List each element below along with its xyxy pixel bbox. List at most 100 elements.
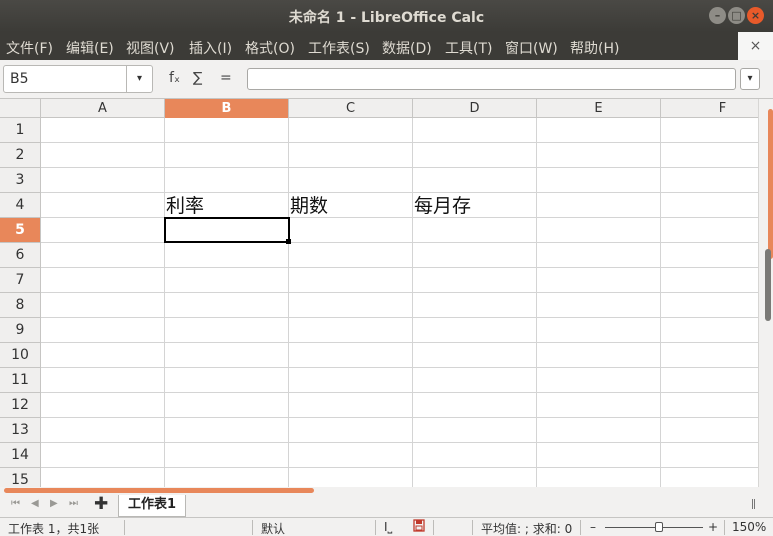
gridline xyxy=(41,267,758,268)
gridline xyxy=(41,417,758,418)
column-header-b[interactable]: B xyxy=(165,99,289,118)
menu-window[interactable]: 窗口(W) xyxy=(505,38,558,58)
sheet-tab-1[interactable]: 工作表1 xyxy=(118,495,186,517)
gridline xyxy=(41,442,758,443)
row-header-12[interactable]: 12 xyxy=(0,393,41,418)
horizontal-scrollbar-thumb[interactable] xyxy=(4,488,314,493)
row-header-6[interactable]: 6 xyxy=(0,243,41,268)
row-header-9[interactable]: 9 xyxy=(0,318,41,343)
spreadsheet-grid[interactable]: A B C D E F 1 2 3 4 5 6 7 8 9 10 11 12 1… xyxy=(0,99,758,487)
insert-mode-indicator[interactable]: I⎵ xyxy=(384,520,392,535)
expand-formula-bar-icon[interactable]: ▾ xyxy=(740,68,760,90)
gridline xyxy=(41,367,758,368)
menu-edit[interactable]: 编辑(E) xyxy=(66,38,114,58)
row-header-5[interactable]: 5 xyxy=(0,218,41,243)
zoom-out-button[interactable]: – xyxy=(590,520,596,534)
row-header-4[interactable]: 4 xyxy=(0,193,41,218)
add-sheet-icon[interactable]: ✚ xyxy=(94,494,108,514)
row-header-8[interactable]: 8 xyxy=(0,293,41,318)
status-separator xyxy=(375,520,376,535)
status-separator xyxy=(433,520,434,535)
gridline xyxy=(41,242,758,243)
row-header-10[interactable]: 10 xyxy=(0,343,41,368)
title-bar: 未命名 1 - LibreOffice Calc – □ × xyxy=(0,0,773,32)
vertical-scrollbar-thumb[interactable] xyxy=(765,249,771,321)
gridline xyxy=(41,217,758,218)
document-modified-icon[interactable] xyxy=(413,519,425,535)
minimize-button[interactable]: – xyxy=(709,7,726,24)
cell-c4[interactable]: 期数 xyxy=(290,191,328,218)
zoom-in-button[interactable]: + xyxy=(708,520,718,534)
first-sheet-icon[interactable]: ⏮ xyxy=(11,498,20,509)
column-header-d[interactable]: D xyxy=(413,99,537,118)
gridline xyxy=(288,118,289,487)
menu-tools[interactable]: 工具(T) xyxy=(445,38,492,58)
column-header-row: A B C D E F xyxy=(0,99,758,118)
column-header-c[interactable]: C xyxy=(289,99,413,118)
column-header-a[interactable]: A xyxy=(41,99,165,118)
menu-sheet[interactable]: 工作表(S) xyxy=(308,38,370,58)
last-sheet-icon[interactable]: ⏭ xyxy=(69,498,78,509)
name-box[interactable]: B5 ▾ xyxy=(3,65,153,93)
gridline xyxy=(660,118,661,487)
status-separator xyxy=(252,520,253,535)
menu-format[interactable]: 格式(O) xyxy=(245,38,295,58)
menu-insert[interactable]: 插入(I) xyxy=(189,38,232,58)
close-window-button[interactable]: × xyxy=(747,7,764,24)
vertical-scrollbar[interactable] xyxy=(758,99,773,487)
row-header-3[interactable]: 3 xyxy=(0,168,41,193)
vertical-scrollbar-track-highlight xyxy=(768,109,773,259)
row-header-13[interactable]: 13 xyxy=(0,418,41,443)
previous-sheet-icon[interactable]: ◀ xyxy=(31,498,39,509)
status-separator xyxy=(472,520,473,535)
row-header-2[interactable]: 2 xyxy=(0,143,41,168)
gridline xyxy=(536,118,537,487)
row-header-11[interactable]: 11 xyxy=(0,368,41,393)
status-separator xyxy=(724,520,725,535)
column-header-e[interactable]: E xyxy=(537,99,661,118)
cell-cursor-b5[interactable] xyxy=(164,217,290,243)
maximize-button[interactable]: □ xyxy=(728,7,745,24)
gridline xyxy=(41,142,758,143)
name-box-dropdown-icon[interactable]: ▾ xyxy=(126,66,152,92)
sheet-count: 工作表 1，共1张 xyxy=(8,522,100,536)
formula-input[interactable] xyxy=(247,68,736,90)
row-header-14[interactable]: 14 xyxy=(0,443,41,468)
next-sheet-icon[interactable]: ▶ xyxy=(50,498,58,509)
status-bar: 工作表 1，共1张 默认 I⎵ 平均值: ; 求和: 0 – + 150% xyxy=(0,517,773,536)
gridline xyxy=(41,392,758,393)
row-header-15[interactable]: 15 xyxy=(0,468,41,487)
row-header-1[interactable]: 1 xyxy=(0,118,41,143)
function-wizard-icon[interactable]: fₓ xyxy=(169,70,180,86)
tab-splitter-handle[interactable] xyxy=(752,499,755,509)
row-header-7[interactable]: 7 xyxy=(0,268,41,293)
sum-icon[interactable]: ∑ xyxy=(193,70,202,86)
menu-help[interactable]: 帮助(H) xyxy=(570,38,619,58)
autofill-handle[interactable] xyxy=(286,239,291,244)
horizontal-scrollbar[interactable] xyxy=(0,487,758,494)
menu-view[interactable]: 视图(V) xyxy=(126,38,175,58)
name-box-value: B5 xyxy=(10,71,29,87)
gridline xyxy=(41,167,758,168)
zoom-slider[interactable] xyxy=(605,527,703,528)
page-style[interactable]: 默认 xyxy=(261,520,285,536)
close-document-button[interactable]: × xyxy=(738,32,773,60)
menu-bar: 文件(F) 编辑(E) 视图(V) 插入(I) 格式(O) 工作表(S) 数据(… xyxy=(0,32,773,60)
menu-data[interactable]: 数据(D) xyxy=(382,38,432,58)
gridline xyxy=(41,292,758,293)
column-header-f[interactable]: F xyxy=(661,99,758,118)
gridline xyxy=(41,192,758,193)
menu-file[interactable]: 文件(F) xyxy=(6,38,53,58)
selection-summary[interactable]: 平均值: ; 求和: 0 xyxy=(481,520,572,536)
cell-b4[interactable]: 利率 xyxy=(166,191,204,218)
formula-icon[interactable]: = xyxy=(220,70,232,86)
gridline xyxy=(41,467,758,468)
gridline xyxy=(164,118,165,487)
select-all-corner[interactable] xyxy=(0,99,41,118)
zoom-level[interactable]: 150% xyxy=(732,520,766,534)
window-title: 未命名 1 - LibreOffice Calc xyxy=(288,10,485,26)
cell-d4[interactable]: 每月存 xyxy=(414,191,471,218)
formula-bar: B5 ▾ fₓ ∑ = ▾ xyxy=(0,60,773,99)
sheet-tab-bar: ⏮ ◀ ▶ ⏭ ✚ 工作表1 xyxy=(0,487,773,517)
zoom-slider-handle[interactable] xyxy=(655,522,663,532)
